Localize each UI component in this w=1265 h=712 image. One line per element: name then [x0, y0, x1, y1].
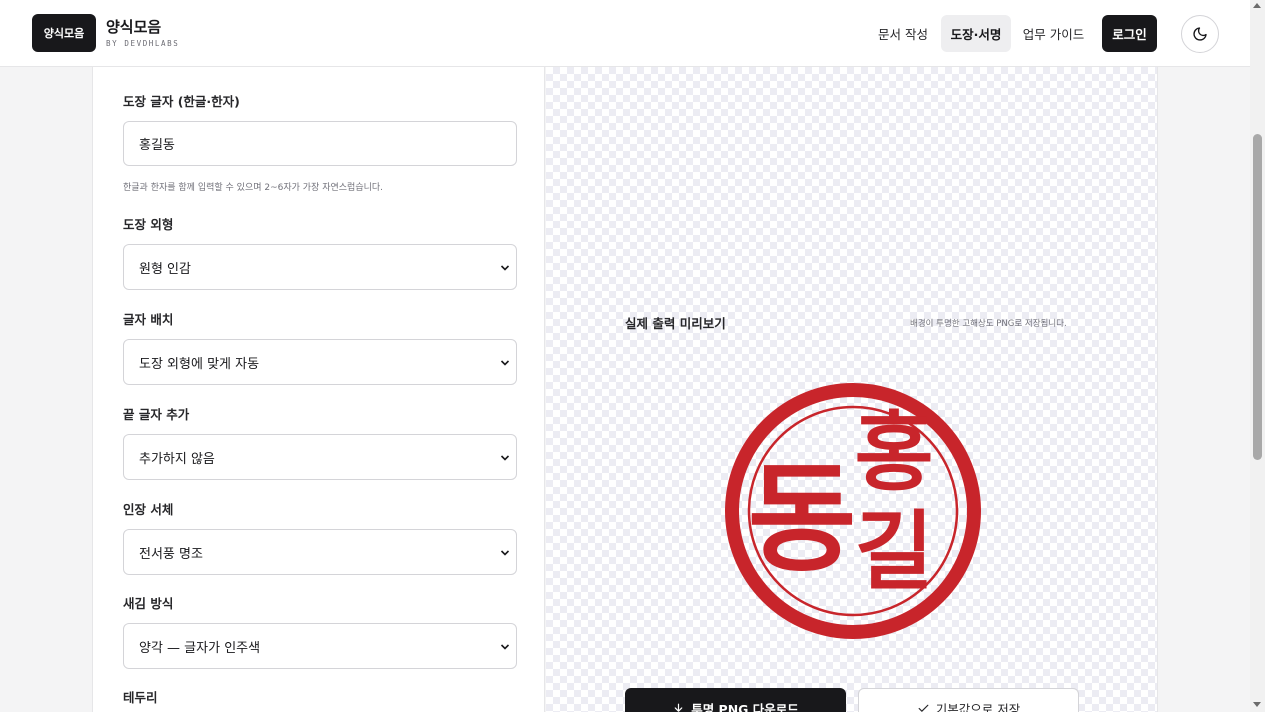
top-header: 양식모음 양식모음 BY DEVDHLABS 문서 작성 도장·서명 업무 가이…	[0, 0, 1250, 67]
engrave-label: 새김 방식	[123, 596, 174, 611]
engrave-select[interactable]: 양각 — 글자가 인주색	[123, 623, 517, 669]
stamp-settings-panel: 도장 글자 (한글·한자) 홍길동 한글과 한자를 함께 입력할 수 있으며 2…	[92, 67, 545, 712]
chevron-down-icon	[500, 455, 510, 461]
layout-select[interactable]: 도장 외형에 맞게 자동	[123, 339, 517, 385]
suffix-select[interactable]: 추가하지 않음	[123, 434, 517, 480]
scroll-thumb[interactable]	[1253, 134, 1262, 460]
nav-stamp-signature[interactable]: 도장·서명	[941, 15, 1011, 52]
preview-note: 배경이 투명한 고해상도 PNG로 저장됩니다.	[910, 319, 1067, 329]
font-value: 전서풍 명조	[139, 546, 203, 562]
save-default-button[interactable]: 기본값으로 저장	[858, 688, 1079, 712]
check-icon	[918, 704, 929, 712]
stamp-preview-panel: 실제 출력 미리보기 배경이 투명한 고해상도 PNG로 저장됩니다. 홍 길 …	[546, 67, 1158, 712]
stamp-text-value: 홍길동	[139, 138, 175, 153]
stamp-preview-image: 홍 길 동	[725, 383, 981, 639]
theme-toggle-button[interactable]	[1181, 15, 1219, 53]
shape-value: 원형 인감	[139, 261, 191, 277]
scroll-down-arrow[interactable]	[1253, 702, 1261, 707]
shape-select[interactable]: 원형 인감	[123, 244, 517, 290]
font-label: 인장 서체	[123, 502, 174, 517]
nav-document-write[interactable]: 문서 작성	[870, 15, 936, 52]
chevron-down-icon	[500, 360, 510, 366]
shape-label: 도장 외형	[123, 217, 174, 232]
chevron-down-icon	[500, 644, 510, 650]
download-png-button[interactable]: 투명 PNG 다운로드	[625, 688, 846, 712]
login-button[interactable]: 로그인	[1102, 15, 1157, 52]
stamp-text-input[interactable]: 홍길동	[123, 121, 517, 166]
brand-title[interactable]: 양식모음	[106, 16, 161, 37]
border-label: 테두리	[123, 690, 158, 705]
stamp-char: 홍	[854, 402, 933, 503]
moon-icon	[1193, 27, 1207, 41]
stamp-char: 길	[854, 501, 933, 602]
stamp-text-label: 도장 글자 (한글·한자)	[123, 94, 240, 109]
stamp-char: 동	[748, 449, 857, 588]
download-icon	[674, 703, 683, 712]
brand-subtitle: BY DEVDHLABS	[106, 39, 180, 48]
nav-work-guide[interactable]: 업무 가이드	[1017, 15, 1090, 52]
layout-value: 도장 외형에 맞게 자동	[139, 356, 260, 372]
engrave-value: 양각 — 글자가 인주색	[139, 640, 261, 656]
download-png-label: 투명 PNG 다운로드	[691, 701, 799, 712]
chevron-down-icon	[500, 550, 510, 556]
chevron-down-icon	[500, 265, 510, 271]
suffix-label: 끝 글자 추가	[123, 407, 190, 422]
logo[interactable]: 양식모음	[32, 14, 96, 52]
page-scrollbar[interactable]	[1250, 0, 1265, 712]
suffix-value: 추가하지 않음	[139, 451, 215, 467]
scroll-up-arrow[interactable]	[1253, 3, 1261, 8]
preview-title: 실제 출력 미리보기	[625, 316, 726, 331]
stamp-text-hint: 한글과 한자를 함께 입력할 수 있으며 2~6자가 가장 자연스럽습니다.	[123, 183, 384, 193]
save-default-label: 기본값으로 저장	[935, 701, 1021, 712]
font-select[interactable]: 전서풍 명조	[123, 529, 517, 575]
layout-label: 글자 배치	[123, 312, 174, 327]
